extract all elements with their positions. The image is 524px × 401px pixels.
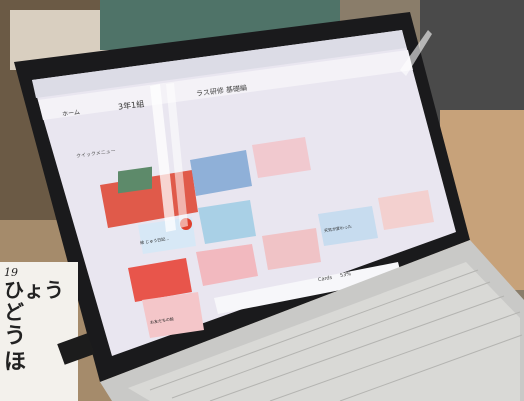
paper-text: 19 ひょうど う ほ [4, 266, 74, 375]
paper-line-2: う [4, 323, 27, 349]
card-pink-4 [142, 292, 204, 338]
paper-line-1: ひょうど [4, 278, 64, 324]
photo-scene [0, 0, 524, 401]
paper-line-3: ほ [4, 349, 27, 375]
